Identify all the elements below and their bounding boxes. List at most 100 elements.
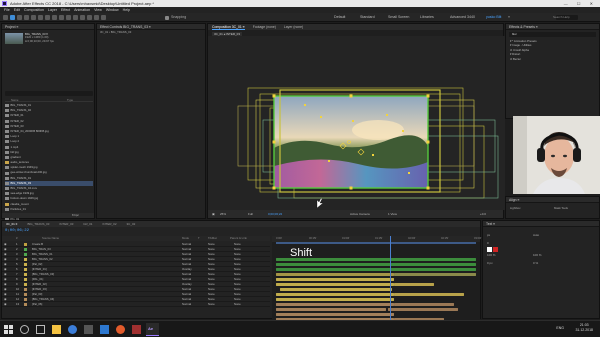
layer-duration-bar[interactable] bbox=[276, 307, 386, 312]
layer-duration-bar[interactable] bbox=[394, 272, 476, 277]
hand-tool-icon[interactable] bbox=[17, 15, 22, 20]
effects-tree-item[interactable]: ⦾ Bezier bbox=[506, 57, 599, 61]
edge-browser-icon[interactable] bbox=[68, 325, 77, 334]
layer-duration-bar[interactable] bbox=[276, 292, 394, 297]
timeline-tab-inter-03[interactable]: INTER_03 bbox=[59, 221, 73, 227]
layer-label-color[interactable] bbox=[24, 258, 27, 261]
col-trkmat[interactable]: TrkMat bbox=[208, 236, 217, 241]
layer-duration-bar[interactable] bbox=[276, 272, 394, 277]
roto-brush-tool-icon[interactable] bbox=[94, 15, 99, 20]
layer-label-color[interactable] bbox=[24, 253, 27, 256]
layer-trkmat[interactable]: None bbox=[208, 302, 215, 307]
timeline-tab-inter-02[interactable]: INTER_02 bbox=[102, 221, 116, 227]
font-size-field[interactable]: px bbox=[487, 233, 490, 237]
timeline-tab-3c02[interactable]: 3C_02 bbox=[127, 221, 136, 227]
puppet-tool-icon[interactable] bbox=[101, 15, 106, 20]
work-area-bar[interactable] bbox=[276, 242, 476, 244]
close-button[interactable]: ✕ bbox=[590, 1, 597, 6]
layer-duration-bar[interactable] bbox=[276, 262, 476, 267]
layer-duration-bar[interactable] bbox=[276, 282, 394, 287]
leading-field[interactable]: Auto bbox=[533, 233, 539, 237]
pan-behind-tool-icon[interactable] bbox=[45, 15, 50, 20]
resolution-dropdown[interactable]: Full bbox=[248, 210, 253, 218]
minimize-button[interactable]: — bbox=[564, 1, 572, 6]
project-search-input[interactable] bbox=[5, 91, 93, 96]
layer-duration-bar[interactable] bbox=[276, 297, 394, 302]
stroke-color-swatch[interactable] bbox=[493, 247, 498, 252]
tsume-field[interactable]: 0 % bbox=[533, 261, 538, 265]
type-tool-icon[interactable] bbox=[66, 15, 71, 20]
layer-duration-bar[interactable] bbox=[280, 287, 392, 292]
clone-stamp-tool-icon[interactable] bbox=[80, 15, 85, 20]
brush-tool-icon[interactable] bbox=[73, 15, 78, 20]
maximize-button[interactable]: ☐ bbox=[577, 1, 585, 6]
zoom-dropdown[interactable]: 25% bbox=[220, 210, 226, 218]
layer-duration-bar[interactable] bbox=[276, 277, 394, 282]
recorder-icon[interactable] bbox=[132, 325, 141, 334]
layer-label-color[interactable] bbox=[24, 278, 27, 281]
camera-tool-icon[interactable] bbox=[38, 15, 43, 20]
timeline-tab-3c01[interactable]: 3C_01 ≡ bbox=[6, 221, 17, 227]
tab-footage[interactable]: Footage (none) bbox=[253, 24, 276, 30]
zoom-tool-icon[interactable] bbox=[24, 15, 29, 20]
media-app-icon[interactable] bbox=[116, 325, 125, 334]
layer-label-color[interactable] bbox=[24, 268, 27, 271]
snapping-checkbox[interactable] bbox=[165, 15, 169, 20]
layer-duration-bar[interactable] bbox=[276, 267, 476, 272]
always-preview-icon[interactable]: ▣ bbox=[212, 210, 215, 218]
store-icon[interactable] bbox=[84, 325, 93, 334]
layer-duration-bar[interactable] bbox=[394, 292, 464, 297]
file-explorer-icon[interactable] bbox=[52, 325, 61, 334]
input-language[interactable]: ENG bbox=[556, 326, 564, 330]
layer-source-name[interactable]: [Pal_06] bbox=[32, 302, 42, 307]
current-time-display[interactable]: 0;00;06;22 bbox=[268, 210, 282, 218]
composition-canvas[interactable] bbox=[208, 36, 505, 210]
playhead[interactable] bbox=[390, 236, 391, 320]
text-panel-title[interactable]: Text ≡ bbox=[483, 221, 599, 227]
views-dropdown[interactable]: 1 View bbox=[388, 210, 397, 218]
layer-label-color[interactable] bbox=[24, 303, 27, 306]
mask-tools-option[interactable]: Mask Tools bbox=[554, 206, 568, 210]
layer-duration-bar[interactable] bbox=[276, 312, 394, 317]
workspace-libraries[interactable]: Libraries bbox=[420, 15, 434, 19]
workspace-yusko-blit[interactable]: yusko Blit bbox=[486, 15, 501, 19]
windows-start-icon[interactable] bbox=[4, 325, 13, 334]
col-mode[interactable]: Mode bbox=[182, 236, 189, 241]
column-type[interactable]: Type bbox=[67, 98, 73, 102]
layer-label-color[interactable] bbox=[24, 293, 27, 296]
baseline-shift-field[interactable]: 0 px bbox=[487, 261, 493, 265]
horizontal-scale-field[interactable]: 100 % bbox=[533, 253, 542, 257]
timeline-tab-bkf-01[interactable]: bkf_01 bbox=[83, 221, 92, 227]
layer-duration-bar[interactable] bbox=[394, 282, 434, 287]
layer-label-color[interactable] bbox=[24, 288, 27, 291]
workspace-advanced[interactable]: Advanced 3440 bbox=[450, 15, 475, 19]
timeline-tab-big-trans-03[interactable]: BIG_TRANS_03 bbox=[27, 221, 49, 227]
exposure-value[interactable]: +0.0 bbox=[480, 210, 486, 218]
layer-parent[interactable]: None bbox=[234, 302, 241, 307]
layer-duration-bar[interactable] bbox=[394, 302, 454, 307]
workspace-small-screen[interactable]: Small Screen bbox=[388, 15, 409, 19]
layer-label-color[interactable] bbox=[24, 298, 27, 301]
layer-mode[interactable]: Normal bbox=[182, 302, 191, 307]
vertical-scale-field[interactable]: 100 % bbox=[487, 253, 496, 257]
bit-depth-label[interactable]: 8 bpc bbox=[72, 213, 79, 218]
column-name[interactable]: Name bbox=[11, 98, 18, 102]
task-view-icon[interactable] bbox=[36, 325, 45, 334]
home-icon[interactable] bbox=[3, 15, 8, 20]
layer-label-color[interactable] bbox=[24, 243, 27, 246]
col-source-name[interactable]: Source Name bbox=[42, 236, 59, 241]
effects-presets-title[interactable]: Effects & Presets ≡ bbox=[506, 24, 599, 30]
shape-tool-icon[interactable] bbox=[52, 15, 57, 20]
fill-color-swatch[interactable] bbox=[487, 247, 492, 252]
layer-label-color[interactable] bbox=[24, 283, 27, 286]
timeline-current-time[interactable]: 0;00;06;22 bbox=[5, 229, 29, 233]
layer-label-color[interactable] bbox=[24, 263, 27, 266]
project-panel-title[interactable]: Project ≡ bbox=[2, 24, 94, 30]
tab-layer[interactable]: Layer (none) bbox=[284, 24, 303, 30]
camera-dropdown[interactable]: Active Camera bbox=[350, 210, 370, 218]
eraser-tool-icon[interactable] bbox=[87, 15, 92, 20]
tab-composition[interactable]: Composition 3C_01 ≡ bbox=[212, 24, 245, 30]
timeline-layer-row[interactable]: ◉ 13 [Pal_06] Normal None None bbox=[2, 302, 270, 307]
mail-icon[interactable] bbox=[100, 325, 109, 334]
search-icon[interactable] bbox=[20, 325, 29, 334]
